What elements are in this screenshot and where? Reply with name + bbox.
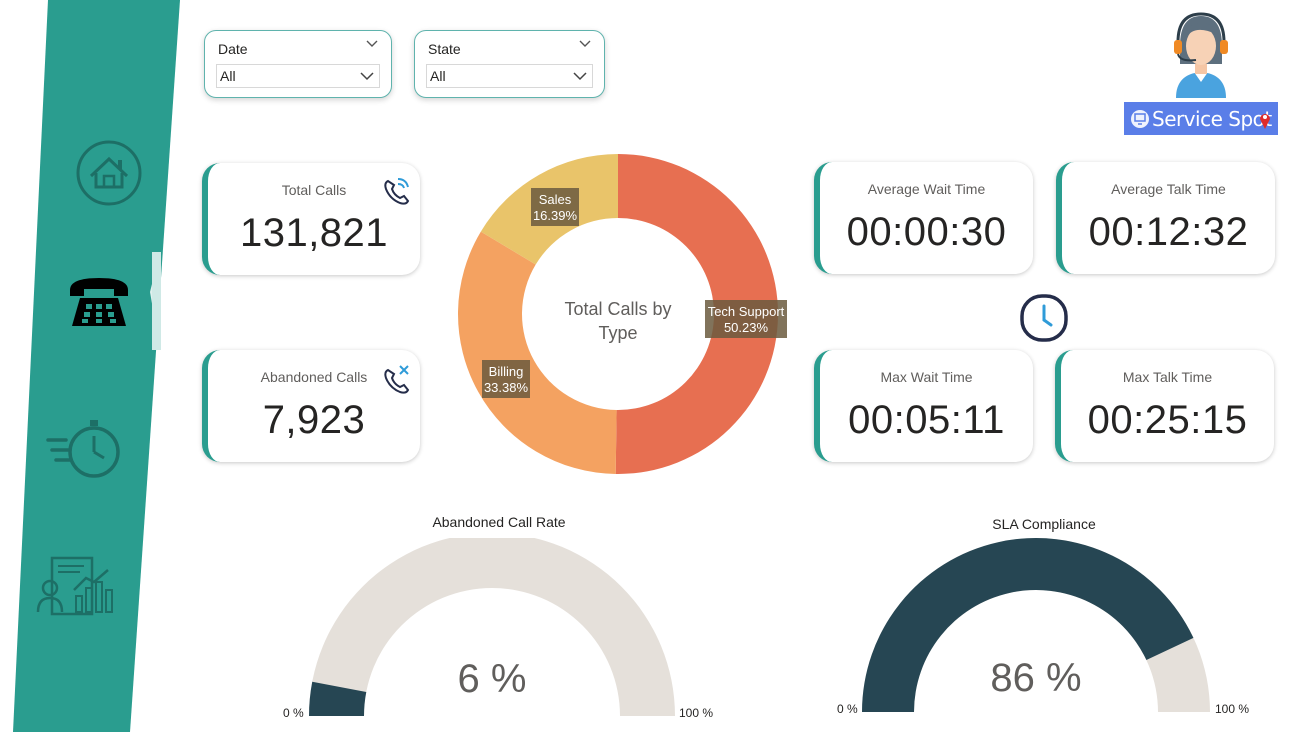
avg-wait-label: Average Wait Time bbox=[867, 181, 986, 197]
donut-label-category: Sales bbox=[539, 192, 572, 207]
avg-wait-value: 00:00:30 bbox=[846, 210, 1007, 254]
donut-label-percent: 16.39% bbox=[533, 208, 578, 223]
phone-wave-icon bbox=[384, 178, 410, 205]
home-icon bbox=[76, 140, 142, 206]
sidebar-item-reports[interactable] bbox=[36, 556, 114, 620]
chevron-down-icon bbox=[573, 72, 587, 81]
abandoned-calls-value: 7,923 bbox=[262, 398, 366, 442]
donut-label-percent: 33.38% bbox=[484, 380, 529, 395]
donut-label-percent: 50.23% bbox=[724, 320, 769, 335]
brand-logo: Service Spot bbox=[1124, 102, 1278, 135]
report-analytics-icon bbox=[36, 556, 113, 616]
max-talk-label: Max Talk Time bbox=[1122, 369, 1213, 385]
avg-talk-label: Average Talk Time bbox=[1111, 181, 1226, 197]
max-talk-value: 00:25:15 bbox=[1087, 398, 1248, 442]
donut-data-label: Tech Support50.23% bbox=[705, 300, 787, 338]
phone-icon bbox=[70, 278, 128, 326]
state-dropdown-value: All bbox=[430, 68, 446, 84]
abandoned-rate-gauge bbox=[309, 538, 675, 716]
donut-chart-title-line-2: Type bbox=[598, 323, 637, 343]
date-dropdown-value: All bbox=[220, 68, 236, 84]
calls-by-type-chart: Total Calls by Type Tech Support50.23% Bi… bbox=[458, 154, 787, 474]
monitor-badge-icon bbox=[1131, 110, 1149, 128]
total-calls-value: 131,821 bbox=[239, 211, 389, 255]
max-wait-value: 00:05:11 bbox=[848, 398, 1005, 442]
abandoned-rate-max-label: 100 % bbox=[679, 706, 714, 720]
stopwatch-icon bbox=[46, 420, 120, 478]
sidebar-item-home[interactable] bbox=[74, 140, 144, 208]
date-slicer-title: Date bbox=[218, 41, 248, 57]
chevron-down-icon bbox=[360, 72, 374, 81]
donut-label-category: Billing bbox=[489, 364, 524, 379]
sidebar-background bbox=[13, 0, 180, 732]
max-talk-card: Max Talk Time 00:25:15 bbox=[1055, 350, 1274, 462]
avg-talk-value: 00:12:32 bbox=[1088, 210, 1249, 254]
brand-name: Service Spot bbox=[1152, 107, 1272, 131]
agent-avatar-icon bbox=[1174, 12, 1228, 98]
sidebar-item-calls[interactable] bbox=[66, 274, 132, 330]
sidebar bbox=[0, 0, 200, 732]
abandoned-rate-min-label: 0 % bbox=[283, 706, 304, 720]
donut-data-label: Billing33.38% bbox=[482, 360, 530, 398]
state-slicer: State All bbox=[414, 30, 605, 98]
abandoned-calls-card: Abandoned Calls 7,923 bbox=[202, 350, 420, 462]
chevron-down-icon[interactable] bbox=[365, 39, 379, 49]
abandoned-rate-title: Abandoned Call Rate bbox=[432, 514, 566, 530]
sla-compliance-min-label: 0 % bbox=[837, 702, 858, 716]
avg-talk-card: Average Talk Time 00:12:32 bbox=[1056, 162, 1275, 274]
avg-wait-card: Average Wait Time 00:00:30 bbox=[814, 162, 1033, 274]
donut-label-category: Tech Support bbox=[708, 304, 785, 319]
donut-slice-billing[interactable] bbox=[458, 231, 617, 474]
state-slicer-title: State bbox=[428, 41, 461, 57]
map-pin-icon bbox=[1260, 114, 1270, 129]
donut-chart-title-line-1: Total Calls by bbox=[564, 299, 671, 319]
chevron-down-icon[interactable] bbox=[578, 39, 592, 49]
sidebar-item-timing[interactable] bbox=[46, 418, 122, 478]
donut-data-label: Sales16.39% bbox=[531, 188, 579, 226]
state-dropdown[interactable]: All bbox=[426, 64, 593, 88]
sla-compliance-max-label: 100 % bbox=[1215, 702, 1250, 716]
max-wait-label: Max Wait Time bbox=[880, 369, 973, 385]
date-dropdown[interactable]: All bbox=[216, 64, 380, 88]
clock-icon bbox=[1020, 294, 1068, 342]
date-slicer: Date All bbox=[204, 30, 392, 98]
phone-missed-icon bbox=[384, 365, 410, 394]
total-calls-card: Total Calls 131,821 bbox=[202, 163, 420, 275]
abandoned-rate-value: 6 % bbox=[457, 657, 527, 701]
sla-compliance-value: 86 % bbox=[990, 656, 1082, 700]
max-wait-card: Max Wait Time 00:05:11 bbox=[814, 350, 1033, 462]
sla-compliance-title: SLA Compliance bbox=[992, 516, 1096, 532]
